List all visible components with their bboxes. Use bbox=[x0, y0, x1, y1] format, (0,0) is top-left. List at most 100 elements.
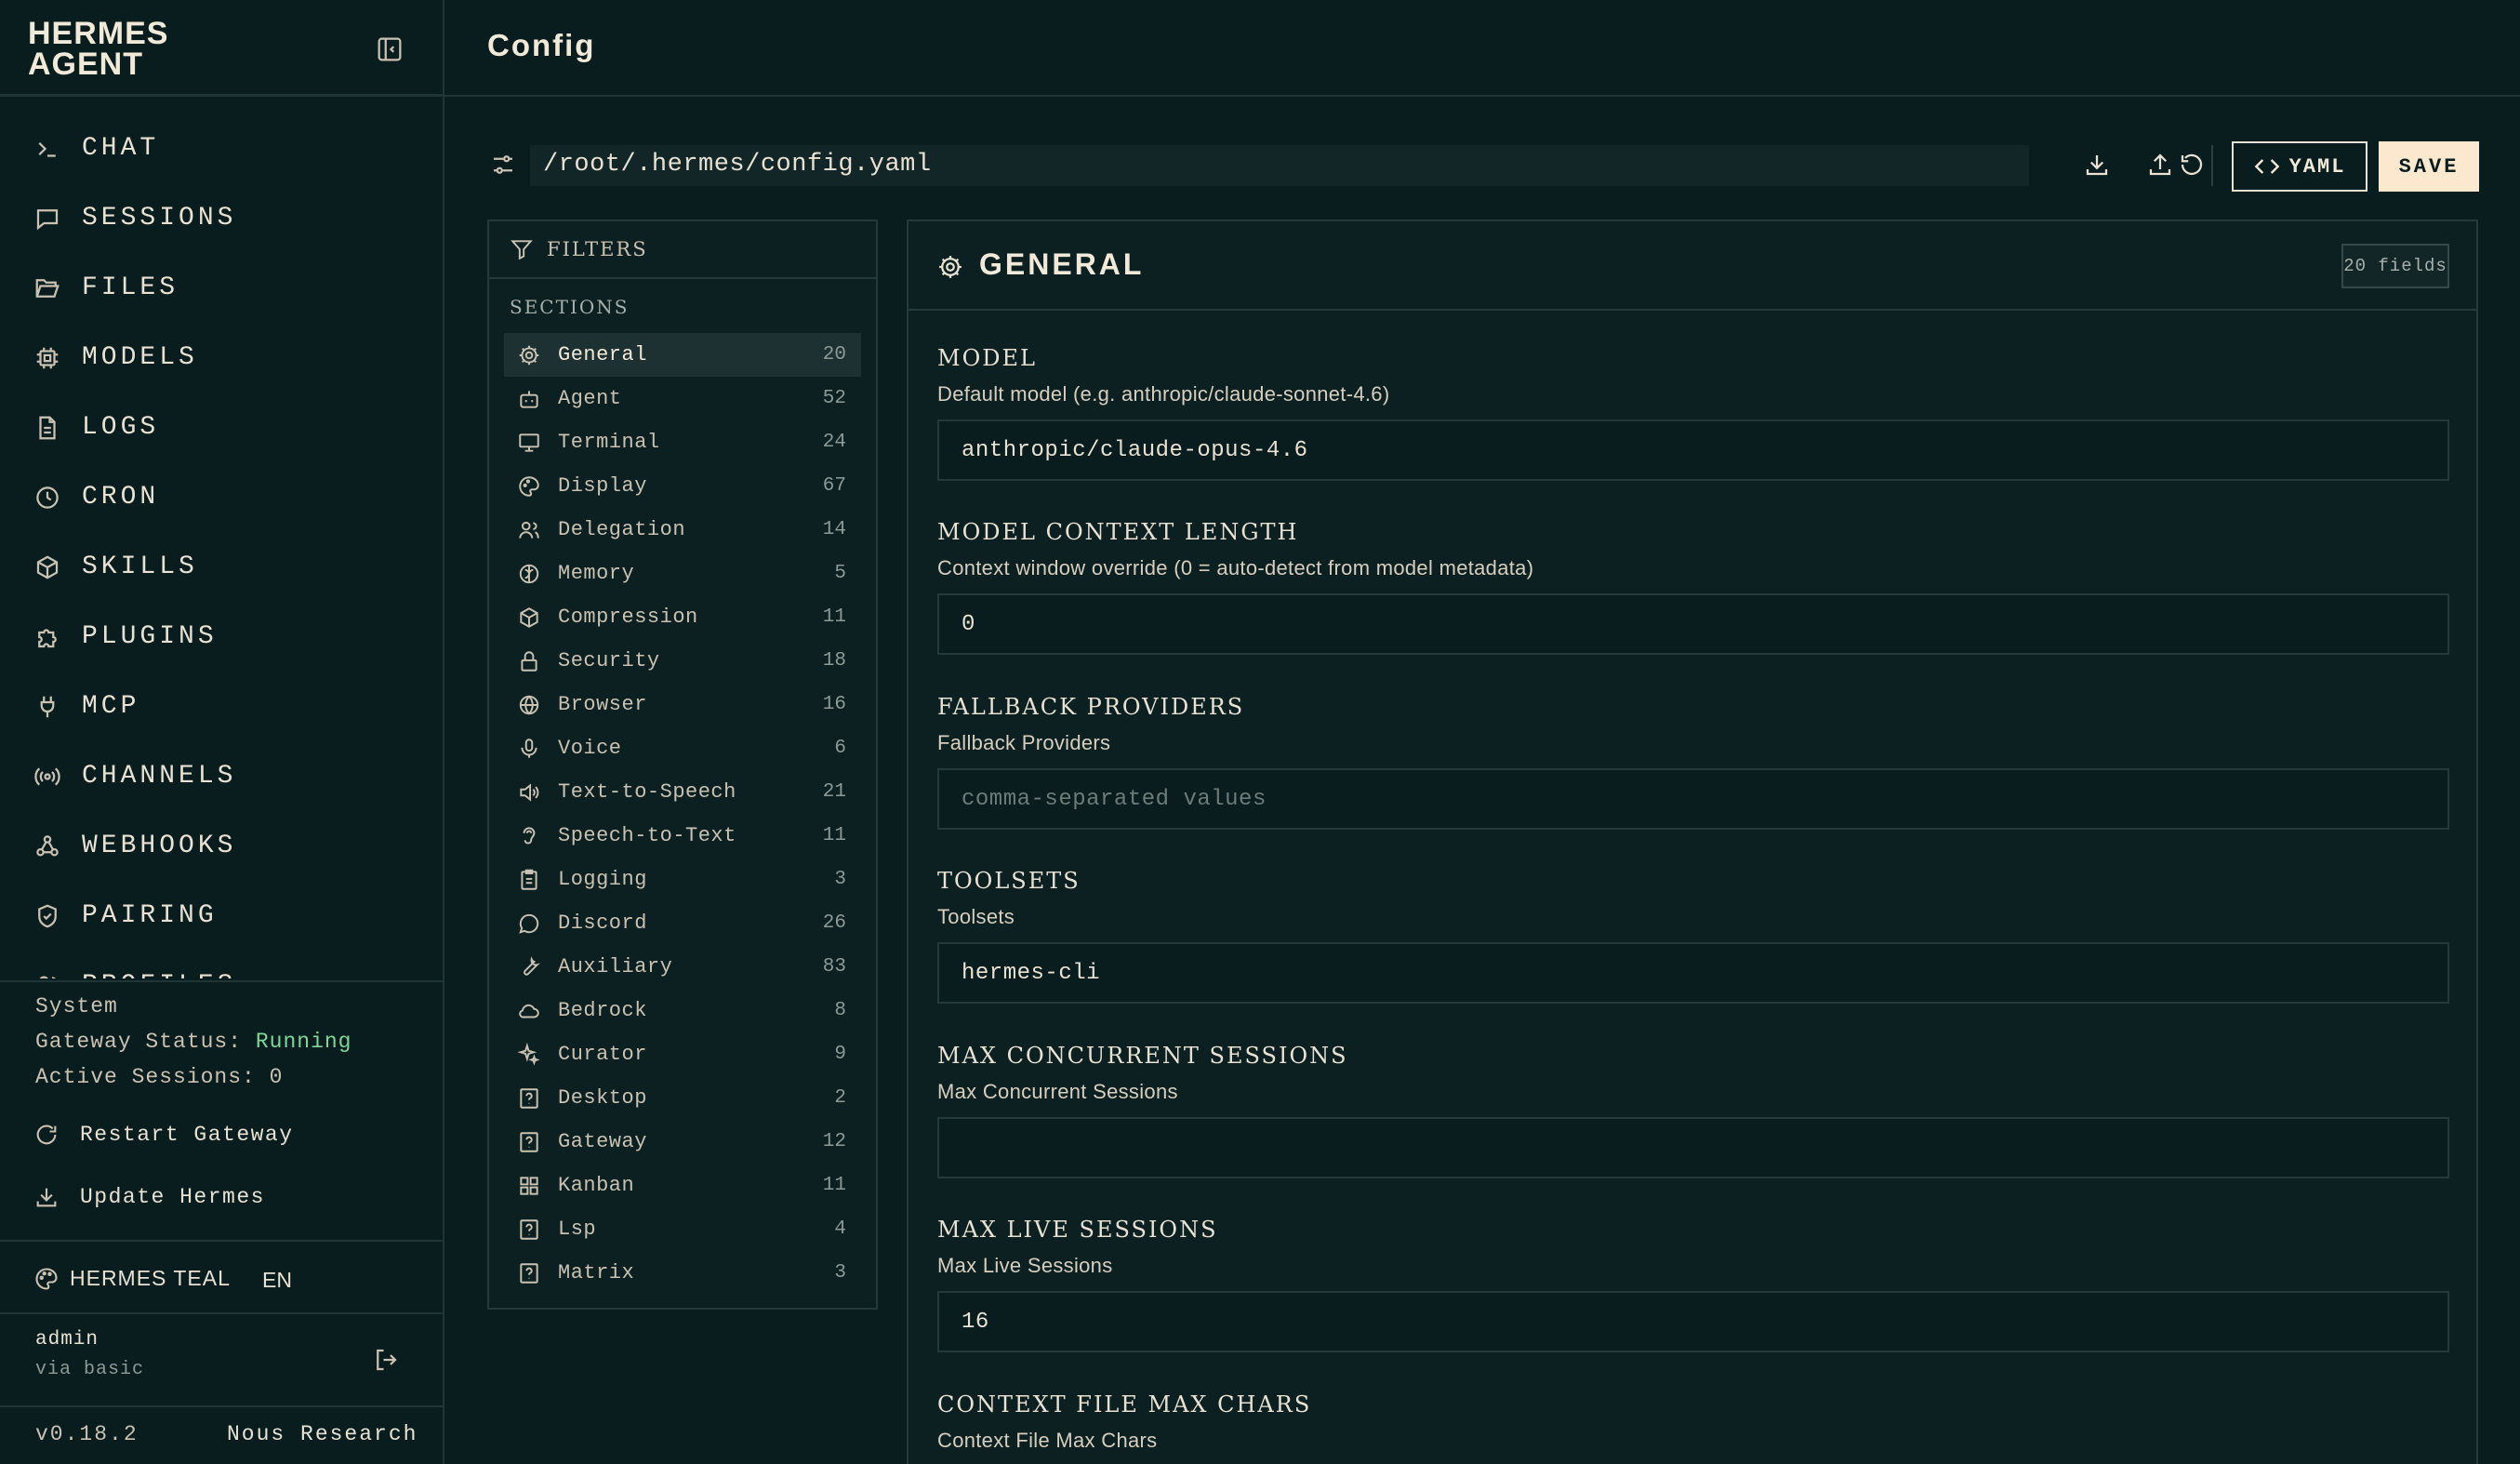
ear-icon bbox=[523, 826, 536, 844]
nav-item-skills[interactable]: SKILLS bbox=[0, 532, 443, 602]
help-square-icon bbox=[520, 1087, 538, 1109]
section-item-display[interactable]: Display 67 bbox=[504, 464, 861, 508]
app-version: v0.18.2 bbox=[35, 1422, 139, 1446]
collapse-sidebar-button[interactable] bbox=[374, 33, 405, 65]
sidebar: HERMES AGENT CHAT SESSIONS FILES MODELS … bbox=[0, 0, 444, 1464]
refresh-icon bbox=[36, 1125, 57, 1145]
main-nav: CHAT SESSIONS FILES MODELS LOGS CRON SKI… bbox=[0, 113, 443, 978]
download-config-icon[interactable] bbox=[2083, 151, 2111, 179]
section-item-text-to-speech[interactable]: Text-to-Speech 21 bbox=[504, 770, 861, 814]
section-item-voice[interactable]: Voice 6 bbox=[504, 726, 861, 770]
section-item-security[interactable]: Security 18 bbox=[504, 639, 861, 683]
yaml-view-button[interactable]: YAML bbox=[2232, 141, 2367, 192]
active-sessions-label: Active Sessions: bbox=[35, 1065, 256, 1089]
help-square-icon bbox=[520, 1131, 538, 1152]
download-icon bbox=[36, 1188, 57, 1207]
section-name: Speech-to-Text bbox=[558, 824, 736, 847]
nav-item-files[interactable]: FILES bbox=[0, 253, 443, 323]
nav-label: CRON bbox=[82, 483, 160, 512]
section-name: Display bbox=[558, 474, 647, 498]
field-title: MODEL bbox=[937, 345, 1037, 371]
section-name: Browser bbox=[558, 693, 647, 716]
section-item-delegation[interactable]: Delegation 14 bbox=[504, 508, 861, 552]
section-item-lsp[interactable]: Lsp 4 bbox=[504, 1207, 861, 1251]
section-item-speech-to-text[interactable]: Speech-to-Text 11 bbox=[504, 814, 861, 858]
section-name: Discord bbox=[558, 912, 647, 935]
section-item-gateway[interactable]: Gateway 12 bbox=[504, 1120, 861, 1164]
nav-item-models[interactable]: MODELS bbox=[0, 323, 443, 393]
nav-item-channels[interactable]: CHANNELS bbox=[0, 741, 443, 811]
language-selector[interactable]: EN bbox=[262, 1268, 292, 1293]
code-icon bbox=[2254, 159, 2279, 174]
section-item-terminal[interactable]: Terminal 24 bbox=[504, 420, 861, 464]
max-live-sessions-input[interactable] bbox=[937, 1291, 2449, 1352]
update-hermes-button[interactable]: Update Hermes bbox=[33, 1184, 265, 1210]
section-item-general[interactable]: General 20 bbox=[504, 333, 861, 377]
nav-item-mcp[interactable]: MCP bbox=[0, 672, 443, 741]
section-item-curator[interactable]: Curator 9 bbox=[504, 1032, 861, 1076]
upload-config-icon[interactable] bbox=[2146, 151, 2174, 179]
field-title: MAX LIVE SESSIONS bbox=[937, 1217, 1218, 1243]
section-item-kanban[interactable]: Kanban 11 bbox=[504, 1164, 861, 1207]
nav-item-sessions[interactable]: SESSIONS bbox=[0, 183, 443, 253]
restart-gateway-button[interactable]: Restart Gateway bbox=[33, 1122, 294, 1148]
section-count: 2 bbox=[834, 1087, 846, 1109]
active-sessions-value: 0 bbox=[269, 1065, 284, 1089]
filters-panel: FILTERS SECTIONS General 20 Agent 52 Termina… bbox=[487, 220, 878, 1310]
section-count: 83 bbox=[822, 956, 846, 978]
logout-icon bbox=[377, 1349, 397, 1371]
help-square-icon bbox=[520, 1262, 538, 1284]
cloud-icon bbox=[519, 1004, 539, 1018]
section-item-memory[interactable]: Memory 5 bbox=[504, 552, 861, 595]
nav-item-pairing[interactable]: PAIRING bbox=[0, 881, 443, 951]
bot-icon bbox=[520, 390, 538, 408]
gateway-status: Gateway Status: Running bbox=[35, 1030, 351, 1054]
brain-icon bbox=[519, 564, 539, 583]
section-name: Security bbox=[558, 649, 660, 672]
clipboard-icon bbox=[521, 869, 537, 890]
nav-item-webhooks[interactable]: WEBHOOKS bbox=[0, 811, 443, 881]
section-item-discord[interactable]: Discord 26 bbox=[504, 901, 861, 945]
user-auth-method: via basic bbox=[35, 1359, 145, 1380]
section-item-agent[interactable]: Agent 52 bbox=[504, 377, 861, 420]
section-count: 4 bbox=[834, 1218, 846, 1240]
theme-selector[interactable]: HERMES TEAL bbox=[70, 1266, 231, 1291]
section-item-browser[interactable]: Browser 16 bbox=[504, 683, 861, 726]
nav-item-chat[interactable]: CHAT bbox=[0, 113, 443, 183]
toolsets-input[interactable] bbox=[937, 942, 2449, 1004]
section-item-matrix[interactable]: Matrix 3 bbox=[504, 1251, 861, 1295]
section-item-bedrock[interactable]: Bedrock 8 bbox=[504, 989, 861, 1032]
nav-item-logs[interactable]: LOGS bbox=[0, 393, 443, 462]
section-count: 67 bbox=[822, 475, 846, 497]
globe-icon bbox=[519, 694, 539, 715]
section-item-compression[interactable]: Compression 11 bbox=[504, 595, 861, 639]
filter-icon bbox=[511, 240, 533, 260]
max-concurrent-sessions-input[interactable] bbox=[937, 1117, 2449, 1178]
section-item-logging[interactable]: Logging 3 bbox=[504, 858, 861, 901]
config-path-display: /root/.hermes/config.yaml bbox=[530, 145, 2029, 186]
section-count: 21 bbox=[822, 781, 846, 803]
clock-icon bbox=[36, 486, 59, 509]
logout-button[interactable] bbox=[372, 1346, 400, 1374]
section-count: 11 bbox=[822, 1175, 846, 1196]
nav-label: SESSIONS bbox=[82, 204, 237, 233]
nav-item-plugins[interactable]: PLUGINS bbox=[0, 602, 443, 672]
fallback-providers-input[interactable] bbox=[937, 768, 2449, 830]
section-count: 5 bbox=[834, 563, 846, 584]
general-header: GENERAL 20 fields bbox=[909, 221, 2476, 311]
nav-item-cron[interactable]: CRON bbox=[0, 462, 443, 532]
webhook-icon bbox=[36, 834, 59, 856]
field-model: MODEL Default model (e.g. anthropic/clau… bbox=[937, 345, 2449, 481]
nav-label: CHAT bbox=[82, 134, 160, 163]
model-context-length-input[interactable] bbox=[937, 593, 2449, 655]
section-name: Compression bbox=[558, 606, 698, 629]
field-max-concurrent-sessions: MAX CONCURRENT SESSIONS Max Concurrent S… bbox=[937, 1043, 2449, 1178]
save-button[interactable]: SAVE bbox=[2379, 141, 2479, 192]
section-item-auxiliary[interactable]: Auxiliary 83 bbox=[504, 945, 861, 989]
reset-config-icon[interactable] bbox=[2178, 151, 2206, 179]
nav-label: SKILLS bbox=[82, 552, 198, 581]
field-description: Toolsets bbox=[937, 905, 1015, 928]
model-input[interactable] bbox=[937, 419, 2449, 481]
nav-item-profiles[interactable]: PROFILES bbox=[0, 951, 443, 978]
section-item-desktop[interactable]: Desktop 2 bbox=[504, 1076, 861, 1120]
